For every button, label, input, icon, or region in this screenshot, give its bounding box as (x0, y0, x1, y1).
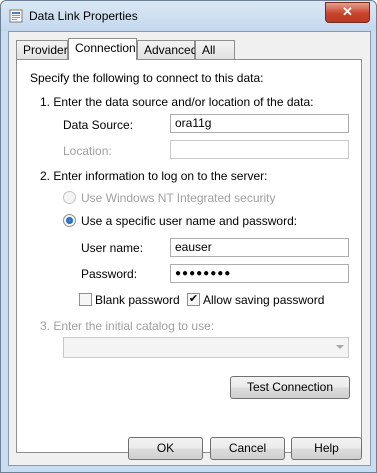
tab-advanced-label: Advanced (144, 43, 198, 57)
allow-saving-label: Allow saving password (203, 293, 325, 307)
password-label: Password: (81, 267, 138, 281)
user-name-input[interactable]: eauser (170, 238, 349, 257)
help-button[interactable]: Help (291, 437, 362, 460)
title-bar[interactable]: Data Link Properties ✕ (1, 1, 376, 31)
tab-all[interactable]: All (195, 40, 235, 59)
step2-heading: 2. Enter information to log on to the se… (40, 169, 268, 183)
data-link-icon (9, 9, 23, 23)
blank-password-label: Blank password (95, 293, 180, 307)
tab-connection[interactable]: Connection (68, 38, 137, 60)
specific-user-label: Use a specific user name and password: (81, 214, 298, 228)
step3-heading: 3. Enter the initial catalog to use: (40, 319, 215, 333)
allow-saving-checkbox[interactable]: ✔ (187, 293, 200, 306)
password-input[interactable]: ●●●●●●●● (170, 264, 349, 283)
help-label: Help (314, 441, 339, 455)
ok-button[interactable]: OK (128, 437, 203, 460)
location-label: Location: (63, 144, 112, 158)
window-title: Data Link Properties (29, 9, 138, 23)
cancel-button[interactable]: Cancel (210, 437, 285, 460)
tab-provider[interactable]: Provider (16, 40, 68, 59)
specific-user-radio[interactable] (63, 214, 76, 227)
dialog-client-area: Provider Connection Advanced All Specify… (8, 31, 371, 466)
intro-text: Specify the following to connect to this… (30, 71, 264, 85)
tab-all-label: All (202, 43, 216, 57)
tab-advanced[interactable]: Advanced (137, 40, 198, 59)
test-connection-label: Test Connection (246, 380, 334, 394)
dialog-window: Data Link Properties ✕ Provider Connecti… (0, 0, 377, 473)
nt-security-radio[interactable] (63, 191, 76, 204)
tab-provider-label: Provider (23, 43, 68, 57)
data-source-label: Data Source: (63, 118, 134, 132)
location-input[interactable] (170, 140, 349, 159)
checkmark-icon: ✔ (188, 293, 199, 305)
step1-heading: 1. Enter the data source and/or location… (40, 95, 314, 109)
test-connection-button[interactable]: Test Connection (230, 376, 350, 399)
chevron-down-icon (336, 345, 344, 349)
catalog-select[interactable] (63, 337, 349, 358)
data-source-input[interactable]: ora11g (170, 114, 349, 133)
tab-connection-label: Connection (75, 41, 136, 55)
cancel-label: Cancel (228, 441, 267, 455)
user-name-label: User name: (81, 241, 144, 255)
close-icon: ✕ (342, 4, 353, 19)
connection-tab-panel: Specify the following to connect to this… (16, 59, 362, 453)
close-button[interactable]: ✕ (325, 2, 370, 23)
ok-label: OK (156, 441, 175, 455)
blank-password-checkbox[interactable] (79, 293, 92, 306)
nt-security-label: Use Windows NT Integrated security (81, 191, 276, 205)
